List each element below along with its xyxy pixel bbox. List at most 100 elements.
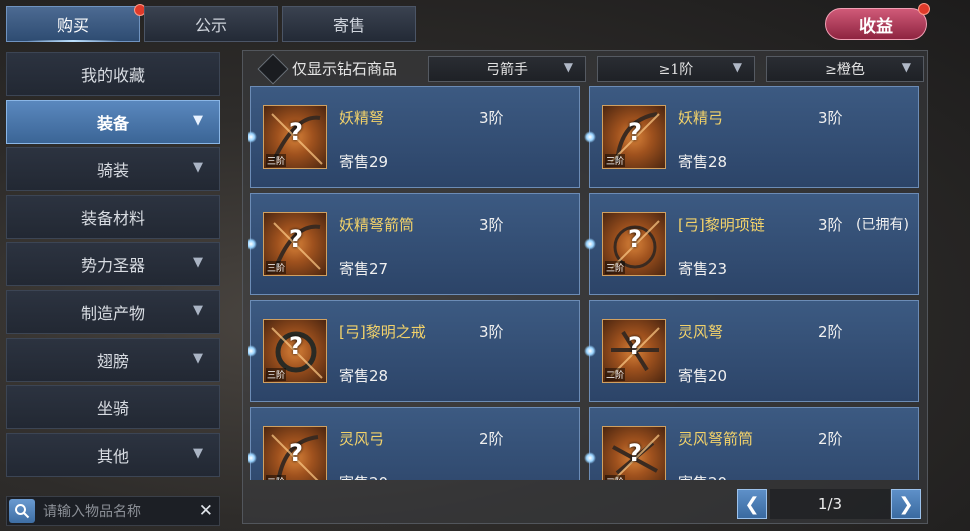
tier-badge: 三阶 bbox=[266, 154, 287, 167]
earnings-button[interactable]: 收益 bbox=[825, 8, 927, 40]
sparkle-icon bbox=[248, 238, 257, 250]
class-filter-value: 弓箭手 bbox=[486, 62, 528, 78]
item-grade: 2阶 bbox=[818, 430, 843, 448]
item-icon: ? 三阶 bbox=[602, 105, 666, 169]
item-card[interactable]: ? 三阶 妖精弩箭筒 3阶 寄售27 bbox=[248, 193, 580, 295]
item-name: 灵风弩 bbox=[678, 323, 724, 341]
tab-announcement-label: 公示 bbox=[194, 16, 227, 35]
magnifier-icon[interactable] bbox=[9, 499, 35, 523]
sparkle-icon bbox=[248, 131, 257, 143]
tier-badge: 二阶 bbox=[605, 475, 626, 480]
item-card[interactable]: ? 三阶 妖精弓 3阶 寄售28 bbox=[584, 86, 919, 188]
item-name: 灵风弓 bbox=[339, 430, 385, 448]
grade-filter-dropdown[interactable]: ≥1阶 ▼ bbox=[597, 56, 755, 82]
item-grade: 3阶 bbox=[818, 109, 843, 127]
sidebar-item-favorites[interactable]: 我的收藏 bbox=[6, 52, 220, 96]
sidebar-item-label: 装备材料 bbox=[80, 208, 145, 228]
sidebar-item-crafted-products[interactable]: 制造产物 ▼ bbox=[6, 289, 220, 334]
unknown-item-icon: ? bbox=[289, 439, 303, 467]
tier-badge: 三阶 bbox=[605, 261, 626, 274]
item-grade: 3阶 bbox=[479, 216, 504, 234]
item-name: [弓]黎明项链 bbox=[678, 216, 765, 234]
sidebar-item-label: 制造产物 bbox=[80, 303, 145, 323]
sidebar-item-mount-gear[interactable]: 骑装 ▼ bbox=[6, 147, 220, 192]
sparkle-icon bbox=[584, 345, 596, 357]
item-name: 妖精弩箭筒 bbox=[339, 216, 415, 234]
item-card[interactable]: ? 三阶 妖精弩 3阶 寄售29 bbox=[248, 86, 580, 188]
unknown-item-icon: ? bbox=[628, 332, 642, 360]
item-icon: ? 三阶 bbox=[263, 105, 327, 169]
item-card[interactable]: ? 二阶 灵风弩 2阶 寄售20 bbox=[584, 300, 919, 402]
item-icon: ? 二阶 bbox=[602, 319, 666, 383]
unknown-item-icon: ? bbox=[628, 225, 642, 253]
sidebar-item-faction-relics[interactable]: 势力圣器 ▼ bbox=[6, 242, 220, 287]
tier-badge: 二阶 bbox=[266, 475, 287, 480]
item-list: ? 三阶 妖精弩 3阶 寄售29 ? 三阶 妖精弓 3阶 寄售28 ? 三阶 妖… bbox=[248, 86, 922, 480]
item-price: 寄售23 bbox=[678, 260, 728, 278]
chevron-down-icon: ▼ bbox=[193, 350, 203, 366]
item-name: 灵风弩箭筒 bbox=[678, 430, 754, 448]
unknown-item-icon: ? bbox=[289, 225, 303, 253]
prev-page-button[interactable]: ❮ bbox=[737, 489, 767, 519]
sidebar-item-mounts[interactable]: 坐骑 bbox=[6, 385, 220, 430]
tier-badge: 二阶 bbox=[605, 368, 626, 381]
tab-announcement[interactable]: 公示 bbox=[144, 6, 278, 42]
chevron-down-icon: ▼ bbox=[193, 112, 203, 128]
item-card[interactable]: ? 三阶 [弓]黎明之戒 3阶 寄售28 bbox=[248, 300, 580, 402]
item-price: 寄售20 bbox=[678, 472, 727, 480]
item-icon: ? 三阶 bbox=[263, 212, 327, 276]
chevron-down-icon: ▼ bbox=[193, 160, 203, 176]
search-input[interactable] bbox=[41, 500, 195, 524]
item-grade: 3阶 bbox=[479, 109, 504, 127]
class-filter-dropdown[interactable]: 弓箭手 ▼ bbox=[428, 56, 586, 82]
item-name: 妖精弩 bbox=[339, 109, 385, 127]
chevron-down-icon: ▼ bbox=[732, 60, 742, 74]
item-search-box: ✕ bbox=[6, 496, 220, 526]
tab-consign[interactable]: 寄售 bbox=[282, 6, 416, 42]
sidebar-item-other[interactable]: 其他 ▼ bbox=[6, 432, 220, 477]
item-icon: ? 三阶 bbox=[602, 212, 666, 276]
sidebar-item-wings[interactable]: 翅膀 ▼ bbox=[6, 337, 220, 382]
grade-filter-value: ≥1阶 bbox=[658, 62, 694, 78]
sidebar-item-label: 坐骑 bbox=[96, 399, 129, 419]
close-icon[interactable]: ✕ bbox=[199, 501, 213, 521]
unknown-item-icon: ? bbox=[628, 118, 642, 146]
item-icon: ? 三阶 bbox=[263, 319, 327, 383]
item-grade: 2阶 bbox=[479, 430, 504, 448]
sidebar-item-label: 势力圣器 bbox=[80, 256, 145, 276]
chevron-down-icon: ▼ bbox=[563, 60, 573, 74]
earnings-button-label: 收益 bbox=[859, 16, 893, 37]
sidebar-item-equipment[interactable]: 装备 ▼ bbox=[6, 99, 220, 144]
tab-consign-label: 寄售 bbox=[332, 16, 365, 35]
tier-badge: 三阶 bbox=[605, 154, 626, 167]
item-price: 寄售28 bbox=[339, 367, 389, 385]
quality-filter-value: ≥橙色 bbox=[825, 62, 865, 78]
chevron-down-icon: ▼ bbox=[901, 60, 911, 74]
next-page-button[interactable]: ❯ bbox=[891, 489, 921, 519]
unknown-item-icon: ? bbox=[628, 439, 642, 467]
quality-filter-dropdown[interactable]: ≥橙色 ▼ bbox=[766, 56, 924, 82]
tab-buy[interactable]: 购买 bbox=[6, 6, 140, 42]
item-price: 寄售28 bbox=[678, 153, 728, 171]
sidebar-item-label: 我的收藏 bbox=[80, 66, 145, 85]
tier-badge: 三阶 bbox=[266, 261, 287, 274]
item-card[interactable]: ? 三阶 [弓]黎明项链 3阶 (已拥有) 寄售23 bbox=[584, 193, 919, 295]
sidebar-item-label: 其他 bbox=[96, 446, 129, 466]
item-price: 寄售20 bbox=[339, 472, 388, 480]
chevron-down-icon: ▼ bbox=[193, 445, 203, 461]
chevron-right-icon: ❯ bbox=[898, 493, 914, 515]
item-price: 寄售20 bbox=[678, 367, 728, 385]
sidebar-item-label: 装备 bbox=[96, 113, 129, 133]
sparkle-icon bbox=[584, 452, 596, 464]
page-indicator: 1/3 bbox=[770, 489, 890, 519]
chevron-left-icon: ❮ bbox=[744, 493, 760, 515]
diamond-only-label: 仅显示钻石商品 bbox=[292, 60, 398, 78]
tier-badge: 三阶 bbox=[266, 368, 287, 381]
item-owned-status: (已拥有) bbox=[856, 217, 909, 233]
sidebar-item-equipment-materials[interactable]: 装备材料 bbox=[6, 194, 220, 239]
item-grade: 2阶 bbox=[818, 323, 843, 341]
item-card[interactable]: ? 二阶 灵风弓 2阶 寄售20 bbox=[248, 407, 580, 480]
sidebar-item-label: 翅膀 bbox=[96, 351, 129, 371]
sparkle-icon bbox=[584, 238, 596, 250]
item-card[interactable]: ? 二阶 灵风弩箭筒 2阶 寄售20 bbox=[584, 407, 919, 480]
